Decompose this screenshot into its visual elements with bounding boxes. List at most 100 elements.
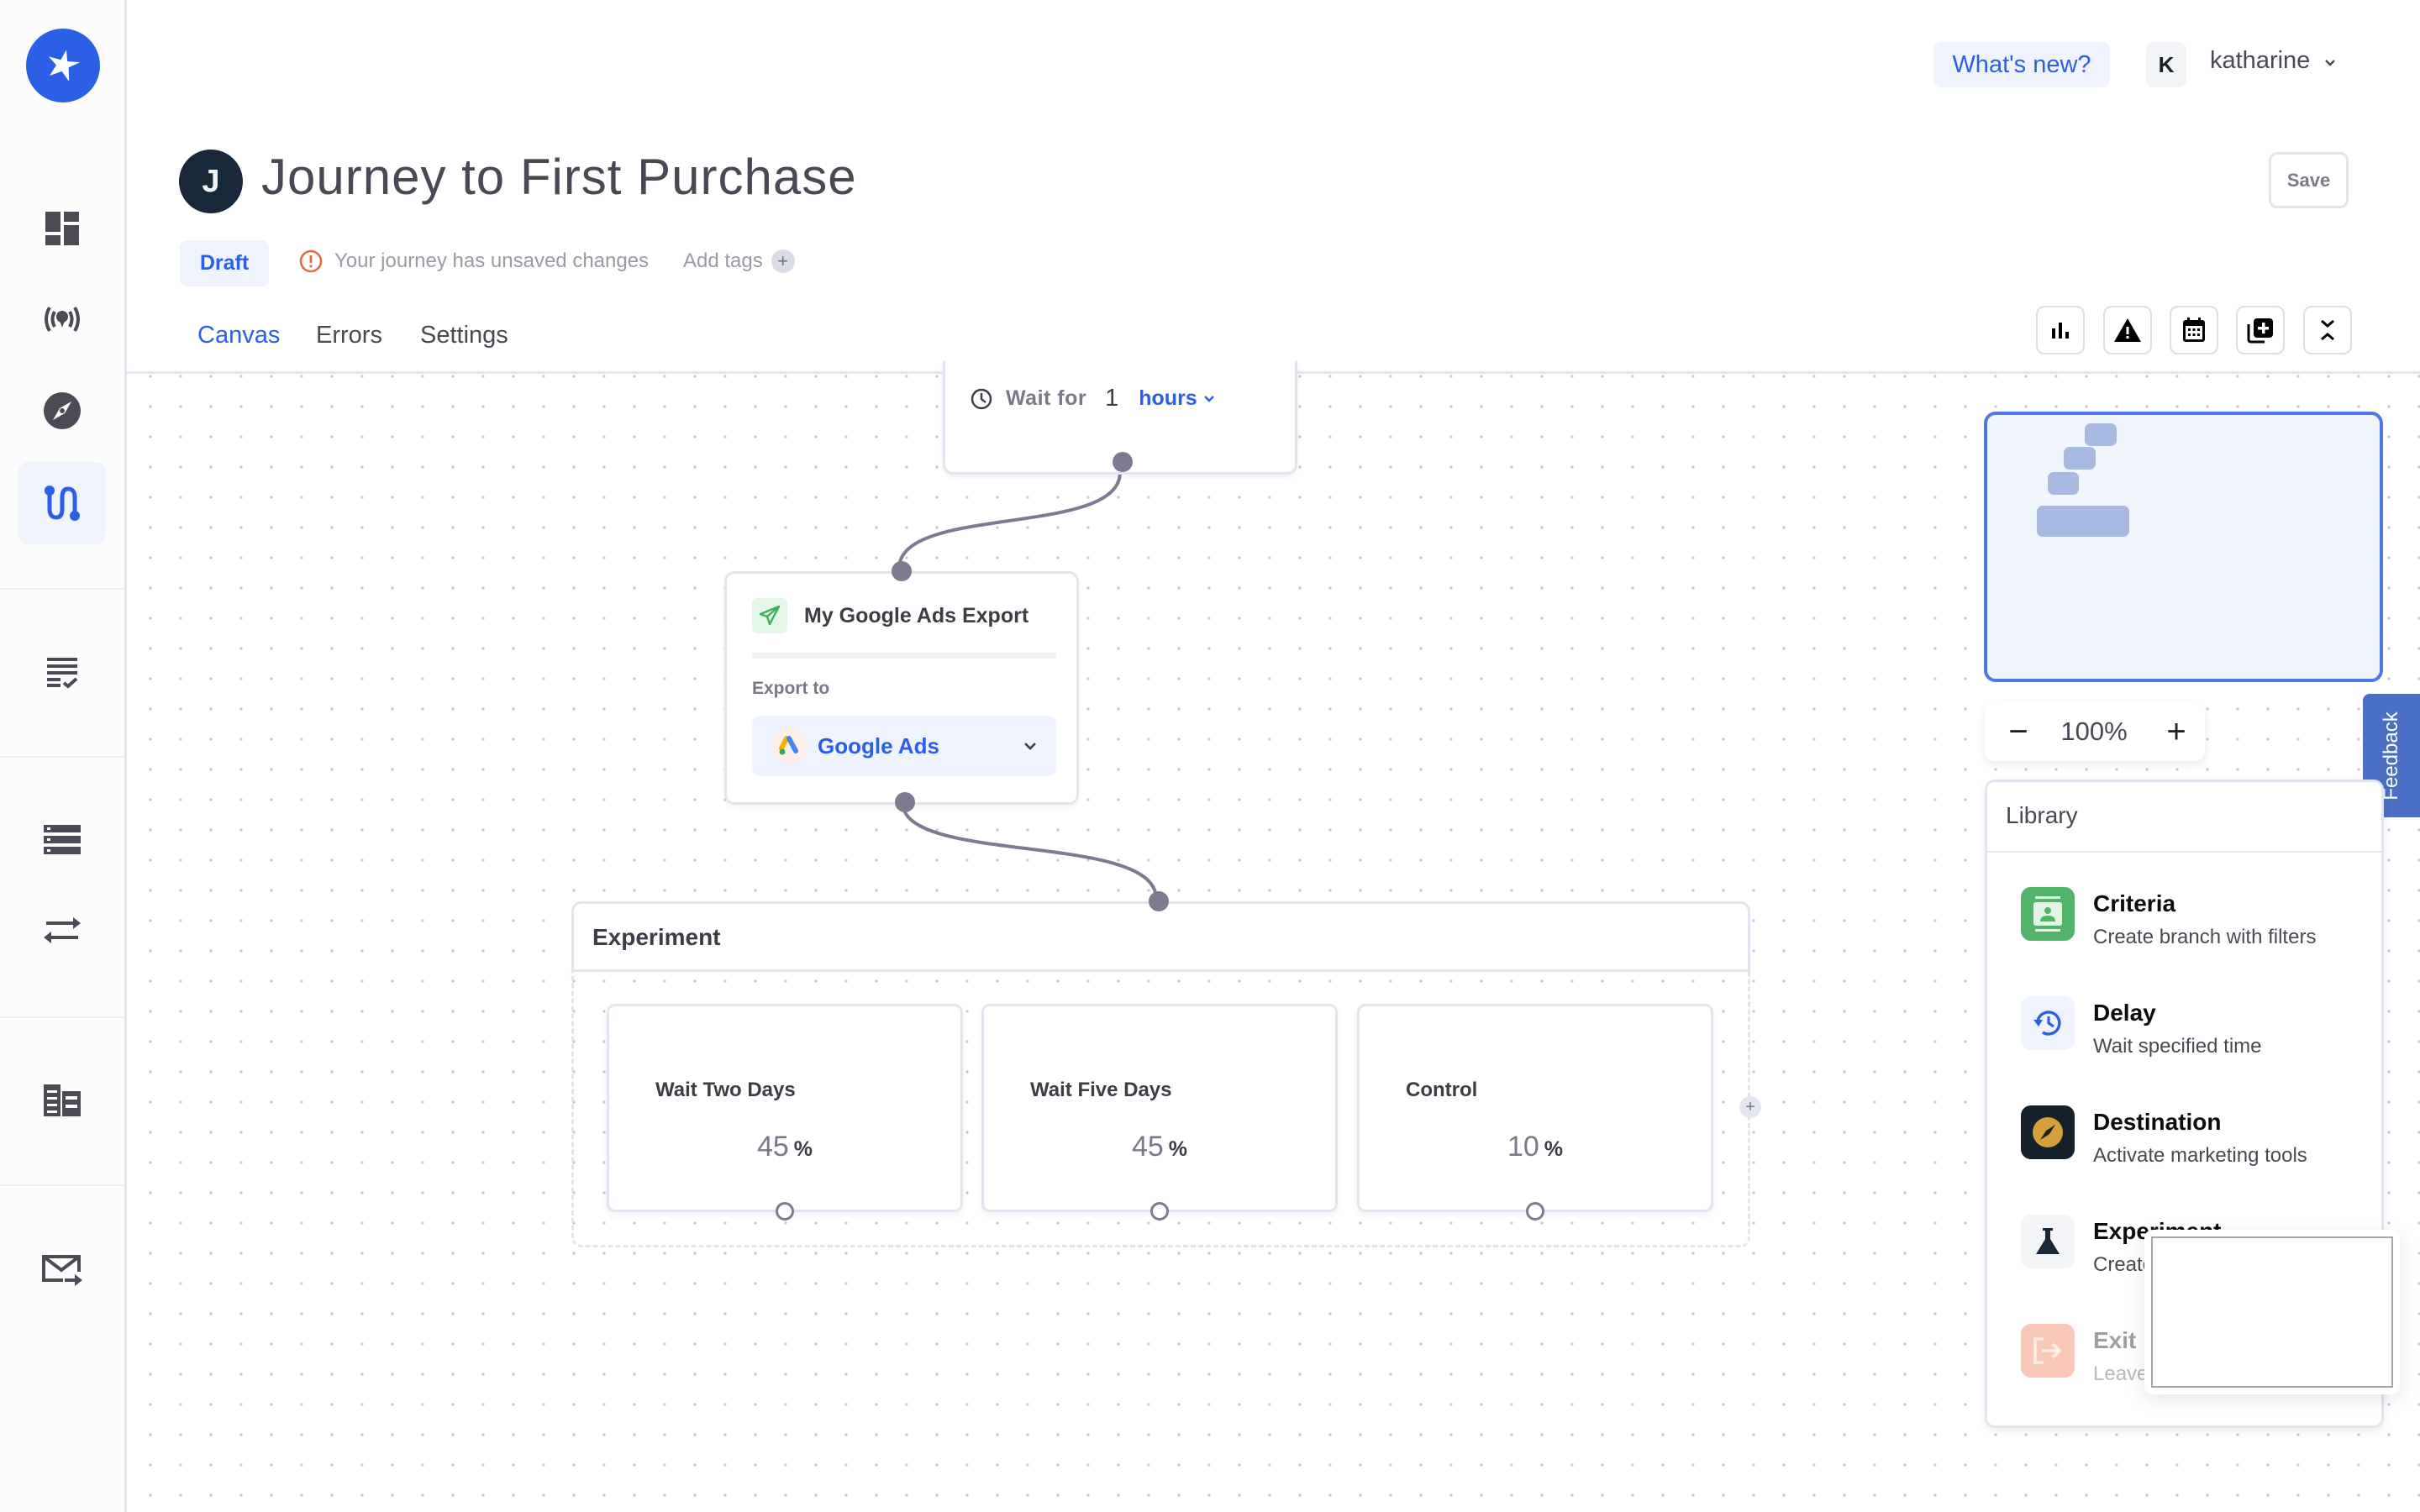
add-branch-button[interactable]: + <box>1739 1096 1761 1118</box>
experiment-branch[interactable]: Control 10% <box>1357 1004 1713 1221</box>
add-tags-button[interactable]: Add tags + <box>683 249 795 273</box>
journey-avatar: J <box>179 150 243 213</box>
chevron-down-icon[interactable] <box>1202 393 1216 405</box>
sidebar-item-journeys[interactable] <box>18 462 106 544</box>
journey-path-icon <box>45 486 80 521</box>
library-item-name: Exit <box>2093 1327 2137 1353</box>
wait-row: Wait for 1 hours <box>971 385 1216 412</box>
branch-percent-value: 45 <box>1131 1131 1164 1163</box>
catalog-icon <box>44 1084 81 1116</box>
library-title: Library <box>2006 802 2078 828</box>
flask-icon <box>2036 1228 2060 1254</box>
export-node[interactable]: My Google Ads Export Export to Google Ad… <box>724 561 1079 812</box>
branch-output-handle[interactable] <box>1150 1202 1169 1221</box>
branch-percent[interactable]: 45% <box>609 1131 960 1163</box>
library-item-delay[interactable]: Delay Wait specified time <box>2021 996 2374 1058</box>
wait-unit-select[interactable]: hours <box>1139 386 1197 411</box>
library-item-name: Criteria <box>2093 890 2176 916</box>
tab-errors[interactable]: Errors <box>316 322 382 349</box>
database-icon <box>44 825 81 854</box>
library-item-name: Destination <box>2093 1109 2222 1135</box>
alert-circle-icon <box>299 249 323 273</box>
output-handle[interactable] <box>895 792 915 812</box>
experiment-header: Experiment <box>571 901 1750 972</box>
brand-logo[interactable] <box>26 29 100 102</box>
branch-output-handle[interactable] <box>1526 1202 1544 1221</box>
library-divider <box>1987 851 2381 853</box>
overlay-popup[interactable] <box>2144 1230 2400 1394</box>
branch-output-handle[interactable] <box>776 1202 794 1221</box>
user-avatar[interactable]: K <box>2146 42 2186 87</box>
sidebar-item-syncs[interactable] <box>18 890 106 972</box>
google-ads-logo <box>772 728 808 764</box>
sidebar-item-audiences[interactable] <box>18 632 106 714</box>
minimap[interactable] <box>1984 412 2383 682</box>
zoom-in-button[interactable]: + <box>2160 712 2193 751</box>
wait-duration-input[interactable]: 1 <box>1105 385 1118 412</box>
zoom-control: − 100% + <box>1985 702 2205 761</box>
export-node-title: My Google Ads Export <box>804 604 1029 627</box>
mail-send-icon <box>42 1255 82 1286</box>
chevron-down-icon[interactable] <box>2324 57 2336 69</box>
warnings-button[interactable] <box>2103 306 2152 354</box>
stats-button[interactable] <box>2036 306 2085 354</box>
sidebar-divider <box>0 588 124 590</box>
broadcast-icon <box>45 307 80 332</box>
branch-percent[interactable]: 45% <box>984 1131 1335 1163</box>
overlay-popup-frame <box>2151 1236 2393 1388</box>
exit-icon <box>2033 1337 2062 1364</box>
output-handle[interactable] <box>1113 452 1133 472</box>
experiment-branch[interactable]: Wait Five Days 45% <box>981 1004 1338 1221</box>
unsaved-changes-notice: Your journey has unsaved changes <box>299 249 649 273</box>
sidebar-item-dashboard[interactable] <box>18 187 106 270</box>
sidebar-item-catalog[interactable] <box>18 1059 106 1142</box>
input-handle[interactable] <box>1149 891 1169 911</box>
sidebar-item-sources[interactable] <box>18 278 106 360</box>
experiment-node[interactable]: Experiment Wait Two Days 45% Wait Five D… <box>571 891 1750 1247</box>
add-tags-label: Add tags <box>683 249 763 272</box>
destination-select[interactable]: Google Ads <box>752 716 1056 776</box>
input-handle[interactable] <box>892 561 912 581</box>
save-button[interactable]: Save <box>2269 152 2349 208</box>
calendar-icon <box>2183 318 2205 342</box>
sidebar-item-data-models[interactable] <box>18 799 106 881</box>
sidebar <box>0 0 127 1512</box>
user-menu-name[interactable]: katharine <box>2210 47 2310 75</box>
branch-name: Wait Two Days <box>655 1079 796 1101</box>
collapse-button[interactable] <box>2303 306 2352 354</box>
branch-name: Wait Five Days <box>1030 1079 1172 1101</box>
sidebar-item-explore[interactable] <box>18 370 106 452</box>
minimap-node <box>2064 447 2096 470</box>
branch-percent[interactable]: 10% <box>1360 1131 1711 1163</box>
export-node-icon <box>752 598 787 633</box>
library-item-criteria[interactable]: Criteria Create branch with filters <box>2021 887 2374 948</box>
minimap-node <box>2037 506 2129 537</box>
export-to-label: Export to <box>752 679 830 698</box>
sidebar-divider <box>0 756 124 758</box>
tab-settings[interactable]: Settings <box>420 322 508 349</box>
sidebar-item-messages[interactable] <box>18 1229 106 1311</box>
library-item-destination[interactable]: Destination Activate marketing tools <box>2021 1105 2374 1167</box>
schedule-button[interactable] <box>2170 306 2218 354</box>
wait-label: Wait for <box>1006 386 1087 410</box>
bar-chart-icon <box>2052 323 2069 339</box>
zoom-out-button[interactable]: − <box>2002 712 2035 751</box>
experiment-branch[interactable]: Wait Two Days 45% <box>607 1004 963 1221</box>
tab-canvas[interactable]: Canvas <box>197 322 280 349</box>
plus-icon: + <box>771 249 795 273</box>
wait-node[interactable]: Wait for 1 hours <box>943 361 1297 475</box>
sidebar-divider <box>0 1016 124 1018</box>
status-badge: Draft <box>180 240 269 286</box>
exit-icon-tile <box>2021 1324 2075 1378</box>
destination-select-value: Google Ads <box>818 733 939 759</box>
percent-symbol: % <box>793 1137 813 1161</box>
duplicate-button[interactable] <box>2236 306 2285 354</box>
zoom-level: 100% <box>2060 717 2128 746</box>
percent-symbol: % <box>1168 1137 1188 1161</box>
whats-new-button[interactable]: What's new? <box>1933 42 2110 87</box>
dashboard-icon <box>45 212 79 245</box>
paper-plane-icon <box>759 605 781 626</box>
branch-percent-value: 10 <box>1507 1131 1539 1163</box>
experiment-title: Experiment <box>592 924 721 950</box>
library-item-description: Activate marketing tools <box>2093 1144 2307 1167</box>
